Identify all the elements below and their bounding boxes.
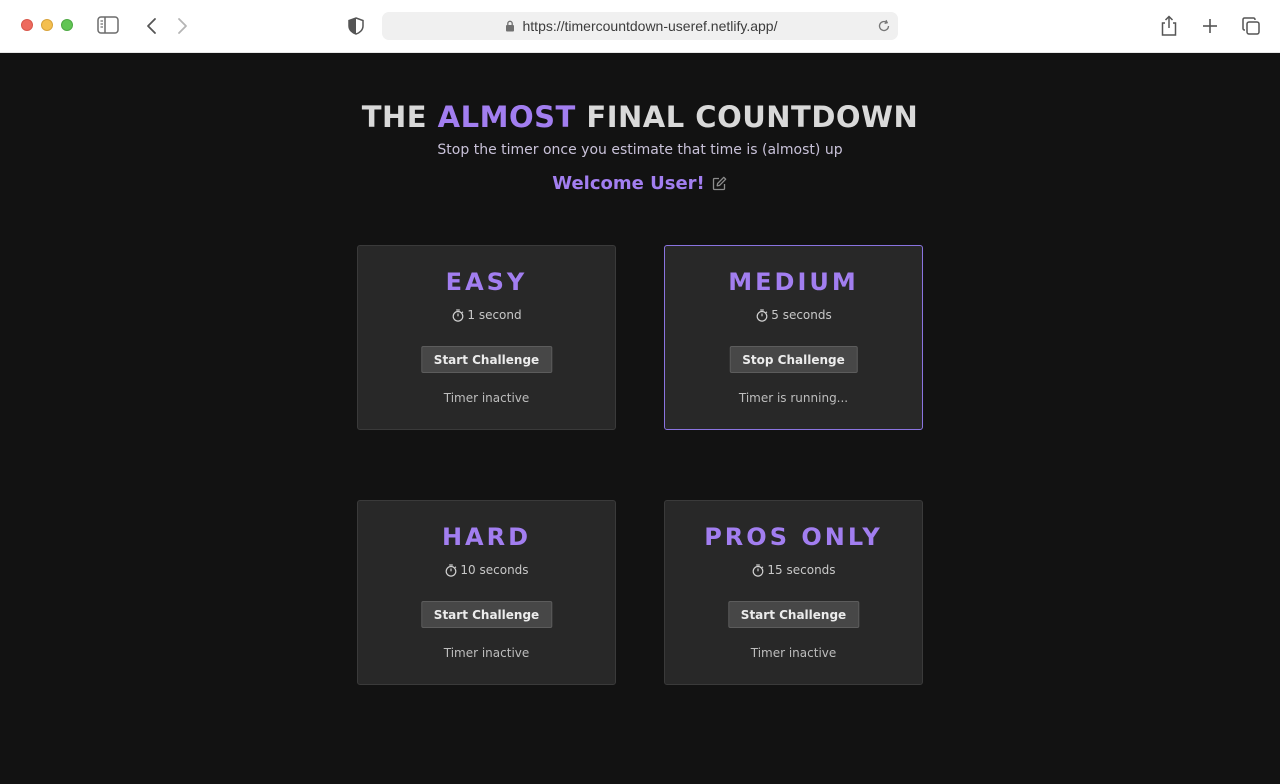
edit-icon[interactable] xyxy=(712,176,728,192)
title-accent: ALMOST xyxy=(437,100,576,134)
back-icon[interactable] xyxy=(140,14,162,38)
duration-text: 15 seconds xyxy=(767,563,836,577)
challenge-card-medium: MEDIUM 5 seconds Stop Challenge Timer is… xyxy=(664,245,923,430)
duration-text: 5 seconds xyxy=(771,308,832,322)
challenge-duration: 1 second xyxy=(358,308,615,322)
browser-toolbar: https://timercountdown-useref.netlify.ap… xyxy=(0,0,1280,53)
privacy-shield-icon[interactable] xyxy=(346,15,366,37)
start-challenge-button[interactable]: Start Challenge xyxy=(727,601,860,628)
duration-text: 10 seconds xyxy=(460,563,529,577)
new-tab-icon[interactable] xyxy=(1199,14,1221,38)
challenge-card-easy: EASY 1 second Start Challenge Timer inac… xyxy=(357,245,616,430)
timer-status: Timer inactive xyxy=(750,646,837,660)
address-bar[interactable]: https://timercountdown-useref.netlify.ap… xyxy=(382,12,898,40)
stop-challenge-button[interactable]: Stop Challenge xyxy=(729,346,858,373)
url-text: https://timercountdown-useref.netlify.ap… xyxy=(522,18,778,34)
welcome-message: Welcome User! xyxy=(552,173,705,194)
start-challenge-button[interactable]: Start Challenge xyxy=(420,346,553,373)
share-icon[interactable] xyxy=(1158,13,1180,39)
minimize-window-button[interactable] xyxy=(41,19,53,31)
forward-icon[interactable] xyxy=(172,14,194,38)
zoom-window-button[interactable] xyxy=(61,19,73,31)
page-subtitle: Stop the timer once you estimate that ti… xyxy=(437,142,843,158)
duration-text: 1 second xyxy=(467,308,522,322)
stopwatch-icon xyxy=(451,308,464,322)
tab-overview-icon[interactable] xyxy=(1240,14,1262,38)
title-prefix: THE xyxy=(361,100,428,134)
challenge-duration: 10 seconds xyxy=(358,563,615,577)
challenge-card-hard: HARD 10 seconds Start Challenge Timer in… xyxy=(357,500,616,685)
title-suffix: FINAL COUNTDOWN xyxy=(586,100,919,134)
stopwatch-icon xyxy=(444,563,457,577)
start-challenge-button[interactable]: Start Challenge xyxy=(420,601,553,628)
challenge-card-pros-only: PROS ONLY 15 seconds Start Challenge Tim… xyxy=(664,500,923,685)
challenge-title: PROS ONLY xyxy=(704,523,883,551)
sidebar-toggle-icon[interactable] xyxy=(97,15,119,35)
challenge-duration: 5 seconds xyxy=(665,308,922,322)
challenge-title: HARD xyxy=(441,523,532,551)
close-window-button[interactable] xyxy=(21,19,33,31)
reload-icon[interactable] xyxy=(876,18,892,34)
stopwatch-icon xyxy=(755,308,768,322)
welcome-row: Welcome User! xyxy=(0,173,1280,194)
page-title: THE ALMOST FINAL COUNTDOWN xyxy=(0,100,1280,134)
timer-status: Timer is running... xyxy=(738,391,849,405)
stopwatch-icon xyxy=(751,563,764,577)
challenge-title: EASY xyxy=(445,268,528,296)
timer-status: Timer inactive xyxy=(443,391,530,405)
lock-icon xyxy=(503,19,517,33)
challenge-title: MEDIUM xyxy=(728,268,859,296)
timer-status: Timer inactive xyxy=(443,646,530,660)
page-body: THE ALMOST FINAL COUNTDOWN Stop the time… xyxy=(0,53,1280,784)
challenge-duration: 15 seconds xyxy=(665,563,922,577)
